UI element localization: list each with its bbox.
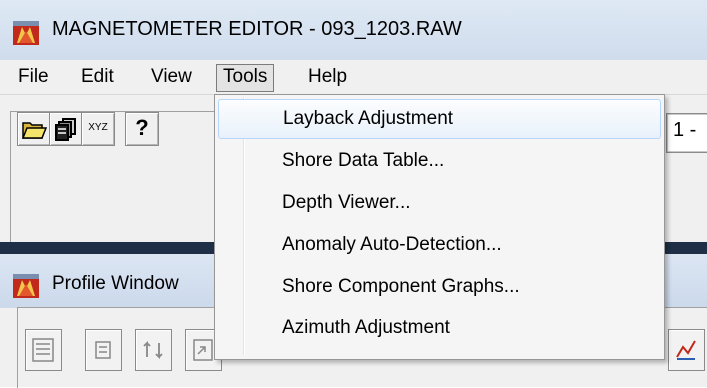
menu-item-label: Azimuth Adjustment — [282, 317, 450, 338]
page-selector-text: 1 - — [673, 119, 697, 141]
menu-item-anomaly-auto-detection[interactable]: Anomaly Auto-Detection... — [218, 226, 659, 264]
tools-dropdown-menu: Layback Adjustment Shore Data Table... D… — [214, 94, 665, 360]
copy-pages-icon — [55, 118, 76, 141]
menu-file[interactable]: File — [12, 64, 55, 90]
magnetometer-app-icon — [13, 274, 39, 298]
profile-window-title: Profile Window — [52, 273, 179, 294]
copy-pages-button[interactable] — [49, 112, 83, 146]
menu-item-shore-component-graphs[interactable]: Shore Component Graphs... — [218, 268, 659, 306]
open-file-button[interactable] — [17, 112, 51, 146]
swap-arrows-icon — [143, 340, 163, 360]
list-icon — [95, 341, 111, 359]
menu-help[interactable]: Help — [302, 64, 353, 90]
folder-open-icon — [21, 122, 47, 139]
menu-tools[interactable]: Tools — [216, 64, 275, 92]
profile-tool-swap-button[interactable] — [135, 329, 172, 371]
help-icon: ? — [135, 115, 149, 140]
menu-item-label: Anomaly Auto-Detection... — [282, 234, 502, 255]
menu-item-shore-data-table[interactable]: Shore Data Table... — [218, 142, 659, 180]
profile-tool-list-button[interactable] — [85, 329, 122, 371]
window-title: MAGNETOMETER EDITOR - 093_1203.RAW — [52, 18, 462, 40]
graph-icon — [676, 340, 696, 360]
menu-edit[interactable]: Edit — [75, 64, 120, 90]
page-layout-icon — [32, 338, 54, 362]
menu-item-label: Depth Viewer... — [282, 192, 411, 213]
page-selector[interactable]: 1 - — [666, 113, 707, 153]
xyz-button[interactable]: XYZ — [81, 112, 115, 146]
profile-tool-page-button[interactable] — [25, 329, 62, 371]
zoom-corner-icon — [193, 339, 213, 361]
menu-item-azimuth-adjustment[interactable]: Azimuth Adjustment — [218, 309, 659, 347]
menu-item-depth-viewer[interactable]: Depth Viewer... — [218, 184, 659, 222]
magnetometer-app-icon — [13, 21, 39, 45]
help-button[interactable]: ? — [125, 112, 159, 146]
menu-item-label: Layback Adjustment — [283, 108, 454, 129]
xyz-icon: XYZ — [88, 122, 108, 133]
profile-tool-graph-button[interactable] — [668, 329, 705, 371]
menu-item-layback-adjustment[interactable]: Layback Adjustment — [218, 99, 661, 139]
menu-view[interactable]: View — [145, 64, 198, 90]
menu-item-label: Shore Component Graphs... — [282, 276, 520, 297]
menu-bar: File Edit View Tools Help — [0, 60, 707, 95]
title-bar[interactable]: MAGNETOMETER EDITOR - 093_1203.RAW — [0, 0, 707, 60]
menu-item-label: Shore Data Table... — [282, 150, 445, 171]
